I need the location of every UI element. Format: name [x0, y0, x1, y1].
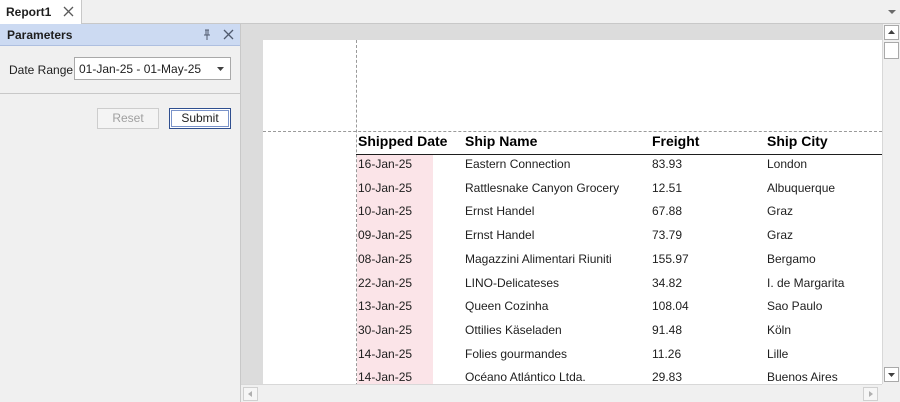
cell-shipped-date: 14-Jan-25 — [358, 370, 413, 385]
reset-button[interactable]: Reset — [97, 108, 159, 129]
header-rule — [356, 154, 882, 155]
cell-freight: 91.48 — [652, 322, 683, 337]
cell-ship-city: Lille — [767, 346, 789, 361]
column-header-shipped-date: Shipped Date — [358, 133, 448, 149]
cell-ship-city: Sao Paulo — [767, 299, 823, 314]
cell-freight: 29.83 — [652, 370, 683, 385]
cell-ship-name: Eastern Connection — [465, 157, 571, 171]
table-row: 08-Jan-25 Magazzini Alimentari Riuniti 155… — [263, 252, 882, 276]
vertical-scrollbar[interactable] — [882, 24, 900, 384]
tab-label: Report1 — [6, 5, 52, 19]
cell-ship-city: Buenos Aires — [767, 370, 838, 385]
cell-shipped-date: 30-Jan-25 — [358, 322, 413, 337]
horizontal-scrollbar[interactable] — [241, 384, 882, 402]
cell-freight: 12.51 — [652, 180, 683, 195]
cell-ship-city: I. de Margarita — [767, 275, 845, 290]
arrow-right-icon — [869, 391, 873, 397]
cell-freight: 11.26 — [652, 346, 682, 361]
date-range-label: Date Range — [9, 63, 74, 77]
submit-button[interactable]: Submit — [169, 108, 231, 129]
cell-shipped-date: 08-Jan-25 — [358, 251, 413, 266]
cell-ship-city: Bergamo — [767, 251, 816, 266]
cell-shipped-date: 22-Jan-25 — [358, 275, 413, 290]
cell-ship-city: Albuquerque — [767, 180, 836, 195]
cell-ship-name: Ernst Handel — [465, 204, 535, 219]
table-row: 10-Jan-25 Rattlesnake Canyon Grocery 12.51… — [263, 181, 882, 205]
table-row: 09-Jan-25 Ernst Handel 73.79 Graz — [263, 228, 882, 252]
parameters-panel: Parameters Date Range 01-Jan-25 - 01-May… — [0, 24, 241, 402]
parameters-title: Parameters — [7, 28, 73, 42]
cell-ship-name: Ottilies Käseladen — [465, 322, 562, 337]
cell-ship-name: Ernst Handel — [465, 228, 535, 243]
cell-ship-name: Folies gourmandes — [465, 346, 568, 361]
table-row: 16-Jan-25 Eastern Connection 83.93 London — [263, 157, 882, 181]
cell-shipped-date: 10-Jan-25 — [358, 180, 413, 195]
tab-report1[interactable]: Report1 — [0, 0, 82, 24]
scroll-up-button[interactable] — [884, 25, 899, 40]
page-margin-guide-horizontal — [263, 131, 882, 132]
cell-freight: 155.97 — [652, 251, 689, 266]
column-header-freight: Freight — [652, 133, 700, 149]
cell-ship-city: Graz — [767, 204, 794, 219]
cell-ship-city: London — [767, 157, 808, 171]
cell-shipped-date: 13-Jan-25 — [358, 299, 413, 314]
cell-freight: 83.93 — [652, 157, 683, 171]
cell-shipped-date: 14-Jan-25 — [358, 346, 413, 361]
date-range-select[interactable]: 01-Jan-25 - 01-May-25 — [74, 57, 231, 80]
parameters-panel-header: Parameters — [0, 24, 240, 46]
report-page: Shipped Date Ship Name Freight Ship City… — [263, 40, 882, 386]
column-header-ship-city: Ship City — [767, 133, 828, 149]
table-row: 22-Jan-25 LINO-Delicateses 34.82 I. de Marg… — [263, 276, 882, 300]
cell-shipped-date: 09-Jan-25 — [358, 228, 413, 243]
scroll-left-button[interactable] — [243, 387, 258, 401]
arrow-up-icon — [888, 30, 895, 34]
cell-ship-name: Magazzini Alimentari Riuniti — [465, 251, 612, 266]
vertical-scroll-thumb[interactable] — [884, 42, 899, 59]
chevron-down-icon[interactable] — [888, 8, 896, 16]
pin-icon[interactable] — [201, 29, 213, 41]
report-viewer[interactable]: Shipped Date Ship Name Freight Ship City… — [241, 24, 900, 402]
chevron-down-icon[interactable] — [217, 67, 224, 71]
date-range-value: 01-Jan-25 - 01-May-25 — [79, 62, 202, 76]
parameters-divider — [0, 93, 240, 94]
cell-freight: 73.79 — [652, 228, 683, 243]
close-icon[interactable] — [223, 29, 234, 40]
table-row: 30-Jan-25 Ottilies Käseladen 91.48 Köln — [263, 323, 882, 347]
cell-freight: 67.88 — [652, 204, 683, 219]
table-row: 13-Jan-25 Queen Cozinha 108.04 Sao Paulo — [263, 299, 882, 323]
table-row: 14-Jan-25 Folies gourmandes 11.26 Lille — [263, 347, 882, 371]
scroll-right-button[interactable] — [863, 387, 878, 401]
table-row: 10-Jan-25 Ernst Handel 67.88 Graz — [263, 204, 882, 228]
cell-freight: 34.82 — [652, 275, 683, 290]
cell-freight: 108.04 — [652, 299, 689, 314]
cell-ship-city: Köln — [767, 322, 792, 337]
cell-shipped-date: 16-Jan-25 — [358, 157, 413, 171]
cell-ship-name: LINO-Delicateses — [465, 275, 560, 290]
scrollbar-corner — [882, 384, 900, 402]
cell-ship-city: Graz — [767, 228, 794, 243]
arrow-down-icon — [888, 373, 895, 377]
cell-ship-name: Rattlesnake Canyon Grocery — [465, 180, 620, 195]
cell-shipped-date: 10-Jan-25 — [358, 204, 413, 219]
cell-ship-name: Océano Atlántico Ltda. — [465, 370, 586, 385]
document-tabstrip: Report1 — [0, 0, 900, 24]
arrow-left-icon — [248, 391, 252, 397]
close-icon[interactable] — [63, 6, 74, 17]
column-header-ship-name: Ship Name — [465, 133, 538, 149]
scroll-down-button[interactable] — [884, 367, 899, 382]
cell-ship-name: Queen Cozinha — [465, 299, 549, 314]
